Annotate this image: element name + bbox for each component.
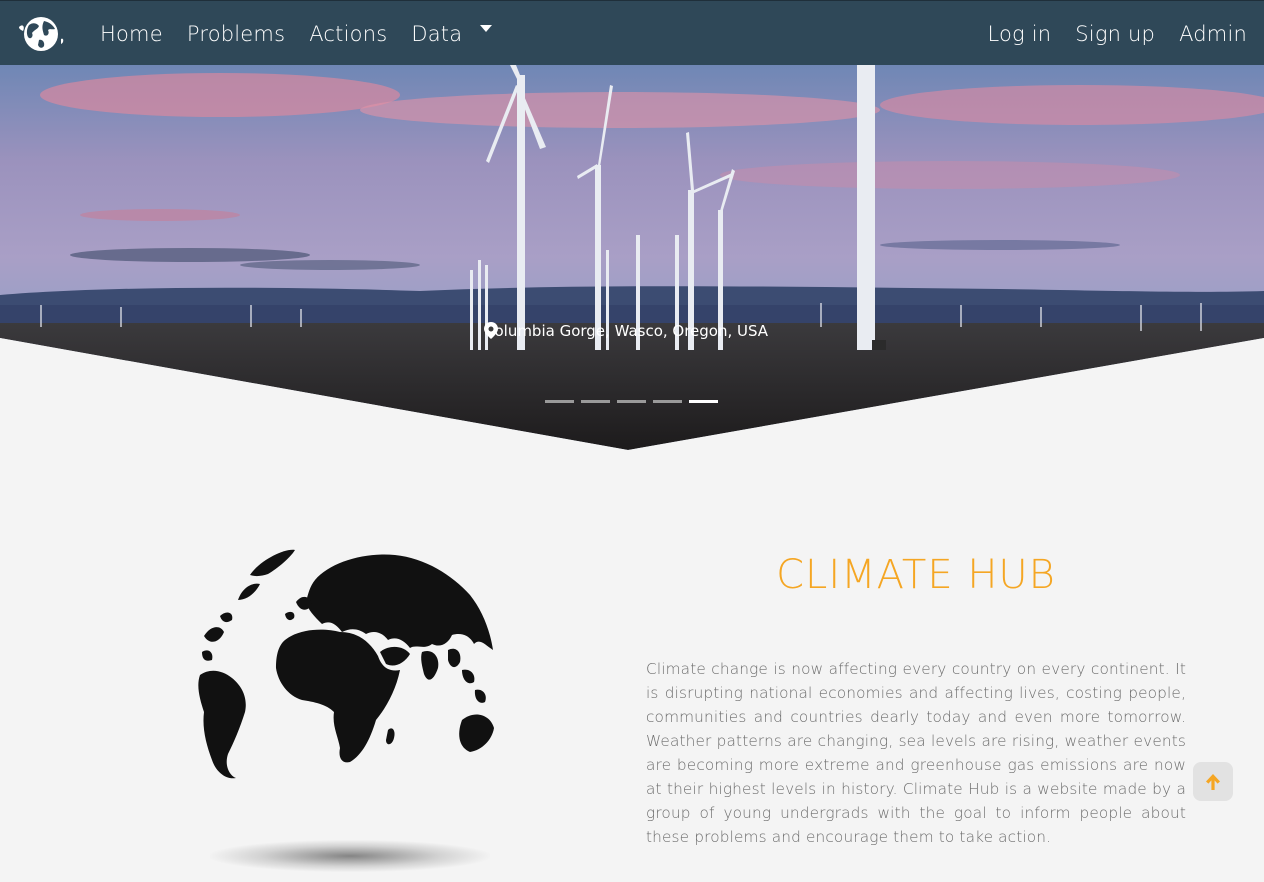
carousel-indicators — [545, 400, 725, 403]
scroll-to-top-button[interactable] — [1193, 762, 1233, 801]
nav-problems-link[interactable]: Problems — [187, 22, 285, 46]
nav-data-label: Data — [411, 21, 463, 46]
signup-link[interactable]: Sign up — [1075, 22, 1155, 46]
hero-slide-image — [0, 65, 1264, 450]
navbar: Home Problems Actions Data Log in Sign u… — [0, 0, 1264, 65]
globe-illustration-icon — [198, 549, 494, 779]
caret-down-icon — [480, 25, 493, 32]
carousel-indicator-5[interactable] — [689, 400, 718, 403]
globe-logo-icon[interactable] — [17, 13, 65, 53]
carousel-indicator-1[interactable] — [545, 400, 574, 403]
admin-link[interactable]: Admin — [1179, 22, 1247, 46]
slide-caption: Columbia Gorge, Wasco, Oregon, USA — [484, 322, 768, 340]
nav-data-dropdown[interactable]: Data — [411, 21, 493, 46]
carousel-indicator-2[interactable] — [581, 400, 610, 403]
slide-caption-text: Columbia Gorge, Wasco, Oregon, USA — [484, 322, 769, 340]
login-link[interactable]: Log in — [987, 22, 1051, 46]
nav-home-link[interactable]: Home — [100, 22, 163, 46]
carousel-indicator-3[interactable] — [617, 400, 646, 403]
nav-actions-link[interactable]: Actions — [309, 22, 387, 46]
site-description: Climate change is now affecting every co… — [646, 660, 1186, 846]
arrow-up-icon — [1206, 773, 1220, 790]
site-title: CLIMATE HUB — [776, 552, 1056, 598]
carousel-indicator-4[interactable] — [653, 400, 682, 403]
nav-right: Log in Sign up Admin — [963, 1, 1247, 66]
map-pin-icon — [484, 322, 498, 339]
hero-carousel[interactable]: Columbia Gorge, Wasco, Oregon, USA — [0, 65, 1264, 450]
globe-shadow — [210, 840, 490, 872]
nav-left: Home Problems Actions Data — [100, 1, 516, 66]
